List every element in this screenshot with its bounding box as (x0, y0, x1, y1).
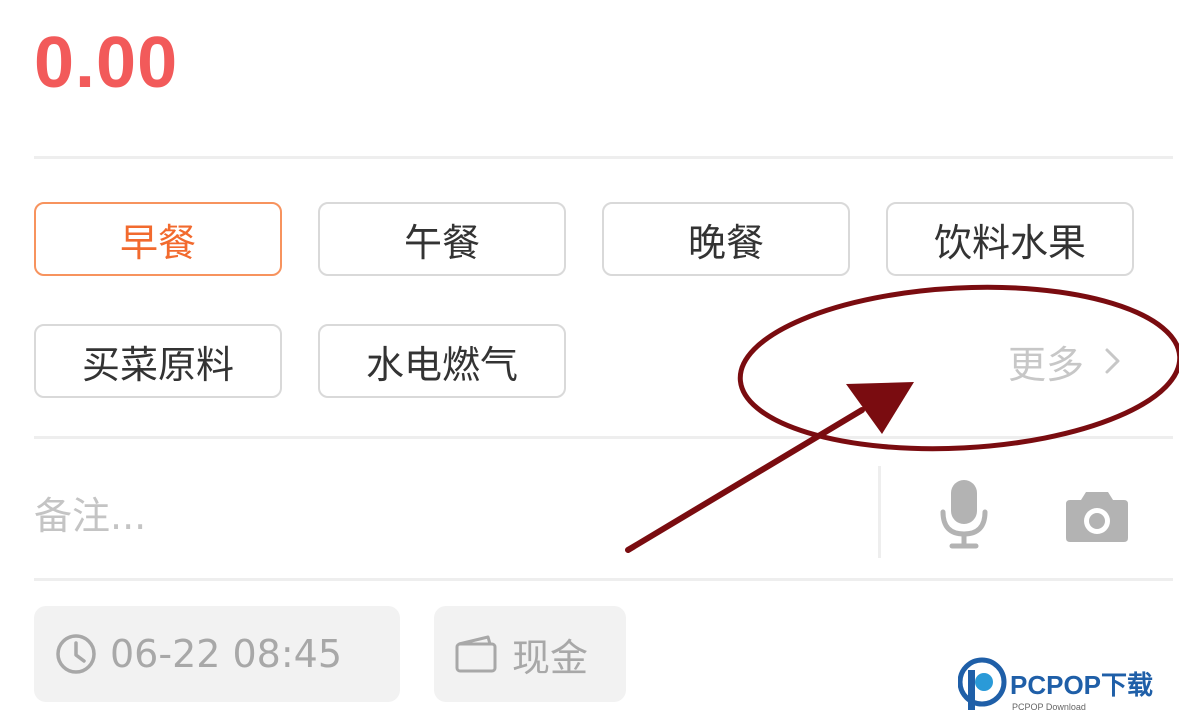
category-tag-lunch[interactable]: 午餐 (318, 202, 566, 276)
category-tag-utilities[interactable]: 水电燃气 (318, 324, 566, 398)
vertical-separator (878, 466, 881, 558)
datetime-value: 06-22 08:45 (110, 632, 343, 676)
amount-display: 0.00 (34, 23, 179, 103)
microphone-icon (940, 480, 988, 549)
divider-bottom (34, 578, 1173, 581)
more-categories-button[interactable]: 更多 (1008, 336, 1126, 387)
more-label: 更多 (1008, 342, 1085, 387)
payment-method-value: 现金 (512, 635, 589, 680)
watermark-logo: PCPOP下载 PCPOP Download (958, 657, 1153, 712)
voice-input-button[interactable] (938, 478, 990, 554)
category-tag-dinner[interactable]: 晚餐 (602, 202, 850, 276)
payment-method-selector[interactable]: 现金 (434, 606, 626, 702)
watermark-brand: PCPOP下载 (1010, 670, 1153, 700)
annotation-arrow-head (846, 382, 914, 434)
category-label: 早餐 (119, 220, 196, 265)
camera-icon (1066, 492, 1128, 542)
category-label: 饮料水果 (933, 220, 1086, 265)
watermark-subtitle: PCPOP Download (1012, 702, 1086, 712)
category-tag-drinks-fruit[interactable]: 饮料水果 (886, 202, 1134, 276)
category-label: 午餐 (403, 220, 480, 265)
category-label: 水电燃气 (365, 342, 518, 387)
divider-middle (34, 436, 1173, 439)
category-tag-breakfast[interactable]: 早餐 (34, 202, 282, 276)
category-label: 买菜原料 (81, 342, 234, 387)
chevron-right-icon (1105, 348, 1120, 374)
category-label: 晚餐 (687, 220, 764, 265)
datetime-picker[interactable]: 06-22 08:45 (34, 606, 400, 702)
camera-button[interactable] (1064, 488, 1130, 548)
divider-top (34, 156, 1173, 159)
wallet-icon (455, 635, 497, 673)
clock-icon (56, 634, 96, 674)
category-tag-groceries[interactable]: 买菜原料 (34, 324, 282, 398)
note-input[interactable] (34, 478, 854, 554)
